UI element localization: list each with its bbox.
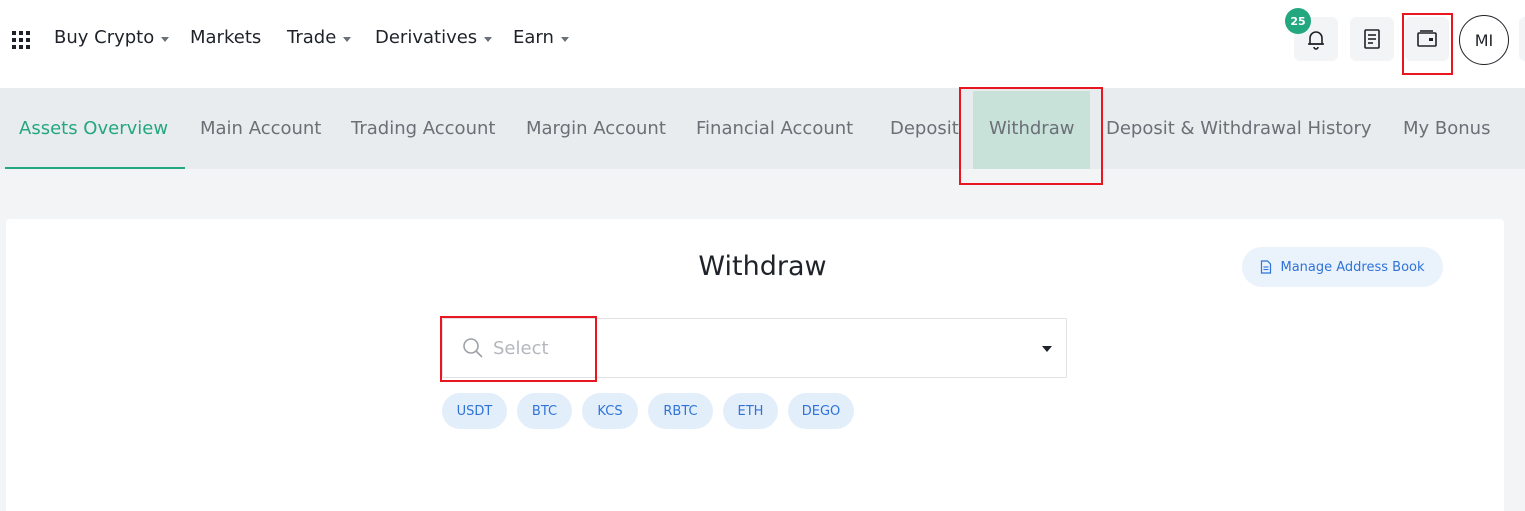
tab-assets-overview[interactable]: Assets Overview [19,88,168,169]
chevron-down-icon[interactable] [1042,346,1052,352]
annotation-box-withdraw-tab [959,87,1103,185]
caret-down-icon [484,36,493,42]
caret-down-icon [560,36,569,42]
annotation-box-wallet [1402,13,1453,75]
nav-trade[interactable]: Trade [287,27,352,48]
nav-buy-crypto[interactable]: Buy Crypto [54,27,170,48]
document-icon [1261,260,1272,274]
tab-trading-account[interactable]: Trading Account [351,88,495,169]
annotation-box-select [440,316,597,382]
more-button[interactable] [1519,17,1525,61]
coin-chip-btc[interactable]: BTC [517,393,572,429]
active-tab-underline [5,167,185,169]
orders-button[interactable] [1350,17,1394,61]
coin-chip-kcs[interactable]: KCS [582,393,638,429]
coin-chip-eth[interactable]: ETH [723,393,778,429]
caret-down-icon [343,36,352,42]
nav-markets[interactable]: Markets [190,27,261,48]
bell-icon [1308,31,1324,50]
top-nav: Buy Crypto Markets Trade Derivatives Ear… [0,0,1525,88]
nav-earn[interactable]: Earn [513,27,569,48]
coin-chip-rbtc[interactable]: RBTC [648,393,713,429]
nav-derivatives[interactable]: Derivatives [375,27,493,48]
tab-deposit[interactable]: Deposit [890,88,959,169]
orders-icon [1364,29,1380,49]
avatar[interactable]: MI [1459,15,1509,65]
coin-chip-dego[interactable]: DEGO [788,393,854,429]
tab-my-bonus[interactable]: My Bonus [1403,88,1490,169]
tab-deposit-withdrawal-history[interactable]: Deposit & Withdrawal History [1106,88,1372,169]
tab-main-account[interactable]: Main Account [200,88,321,169]
tab-financial-account[interactable]: Financial Account [696,88,853,169]
account-tabs: Assets Overview Main Account Trading Acc… [0,88,1525,169]
manage-address-book-button[interactable]: Manage Address Book [1242,247,1443,287]
caret-down-icon [161,36,170,42]
coin-chip-usdt[interactable]: USDT [442,393,507,429]
tab-margin-account[interactable]: Margin Account [526,88,666,169]
notification-count-badge: 25 [1285,8,1311,34]
apps-grid-icon[interactable] [12,31,30,49]
